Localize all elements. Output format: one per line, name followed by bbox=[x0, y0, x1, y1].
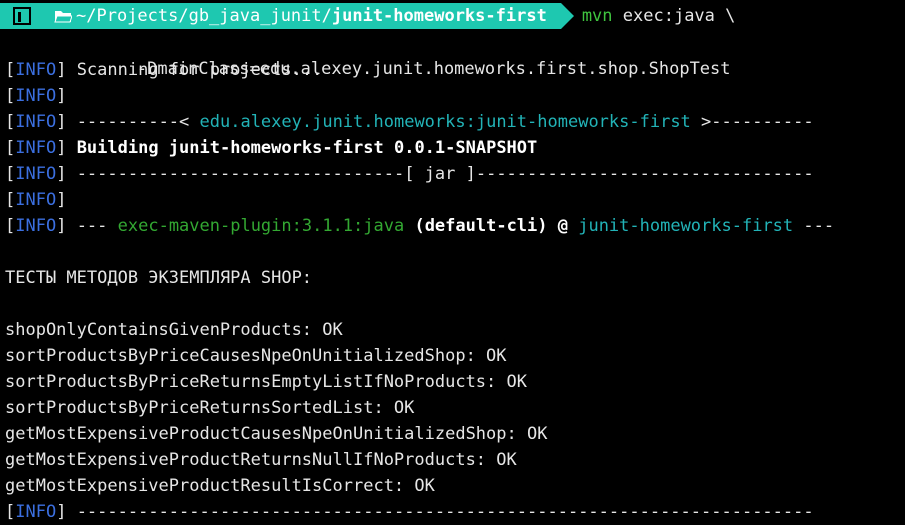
info-tag: INFO bbox=[15, 164, 57, 184]
test-result: shopOnlyContainsGivenProducts: OK bbox=[5, 320, 343, 340]
output-heading: ТЕСТЫ МЕТОДОВ ЭКЗЕМПЛЯРА SHOP: bbox=[5, 268, 313, 288]
terminal-window[interactable]: ~/Projects/gb_java_junit/junit-homeworks… bbox=[0, 0, 905, 523]
log-line-jar: [INFO] --------------------------------[… bbox=[5, 164, 814, 184]
log-line-empty: [INFO] bbox=[5, 86, 67, 106]
prompt-arrow-icon bbox=[560, 3, 574, 29]
info-tag: INFO bbox=[15, 502, 57, 522]
plugin-project: junit-homeworks-first bbox=[578, 216, 794, 236]
log-line-empty: [INFO] bbox=[5, 190, 67, 210]
test-result: sortProductsByPriceReturnsSortedList: OK bbox=[5, 398, 415, 418]
test-result: sortProductsByPriceReturnsEmptyListIfNoP… bbox=[5, 372, 527, 392]
command-name: mvn bbox=[581, 6, 613, 26]
log-line-building: [INFO] Building junit-homeworks-first 0.… bbox=[5, 138, 538, 158]
scanning-text: Scanning for projects... bbox=[76, 60, 323, 80]
log-line-artifact: [INFO] ----------< edu.alexey.junit.home… bbox=[5, 112, 814, 132]
dash-right: >---------- bbox=[690, 112, 814, 132]
log-line-final: [INFO] ---------------------------------… bbox=[5, 502, 814, 522]
command-args: exec:java \ bbox=[622, 6, 736, 26]
plugin-name: exec-maven-plugin:3.1.1:java bbox=[117, 216, 405, 236]
test-result: sortProductsByPriceCausesNpeOnUnitialize… bbox=[5, 346, 507, 366]
prompt-path-current: junit-homeworks-first bbox=[331, 6, 547, 26]
info-tag: INFO bbox=[15, 60, 57, 80]
terminal-os-icon bbox=[0, 3, 44, 29]
test-result: getMostExpensiveProductReturnsNullIfNoPr… bbox=[5, 450, 517, 470]
info-tag: INFO bbox=[15, 86, 57, 106]
info-tag: INFO bbox=[15, 190, 57, 210]
test-result: getMostExpensiveProductResultIsCorrect: … bbox=[5, 476, 435, 496]
prompt-path-segment: ~/Projects/gb_java_junit/junit-homeworks… bbox=[44, 3, 561, 29]
shell-prompt: ~/Projects/gb_java_junit/junit-homeworks… bbox=[0, 3, 735, 29]
plugin-exec: (default-cli) @ bbox=[404, 216, 579, 236]
prompt-path-prefix: ~/Projects/gb_java_junit/ bbox=[76, 6, 332, 26]
info-tag: INFO bbox=[15, 112, 57, 132]
info-tag: INFO bbox=[15, 138, 57, 158]
jar-separator: --------------------------------[ jar ]-… bbox=[76, 164, 814, 184]
artifact-id: edu.alexey.junit.homeworks:junit-homewor… bbox=[199, 112, 691, 132]
command-continuation: -DmainClass=edu.alexey.junit.homeworks.f… bbox=[5, 30, 731, 79]
building-text: Building junit-homeworks-first 0.0.1-SNA… bbox=[76, 138, 538, 158]
folder-icon bbox=[54, 10, 72, 22]
info-tag: INFO bbox=[15, 216, 57, 236]
test-result: getMostExpensiveProductCausesNpeOnUnitia… bbox=[5, 424, 548, 444]
plugin-prefix: --- bbox=[76, 216, 118, 236]
dash-left: ----------< bbox=[76, 112, 200, 132]
final-separator: ----------------------------------------… bbox=[76, 502, 814, 522]
plugin-suffix: --- bbox=[793, 216, 835, 236]
log-line-plugin: [INFO] --- exec-maven-plugin:3.1.1:java … bbox=[5, 216, 835, 236]
log-line-scanning: [INFO] Scanning for projects... bbox=[5, 60, 323, 80]
